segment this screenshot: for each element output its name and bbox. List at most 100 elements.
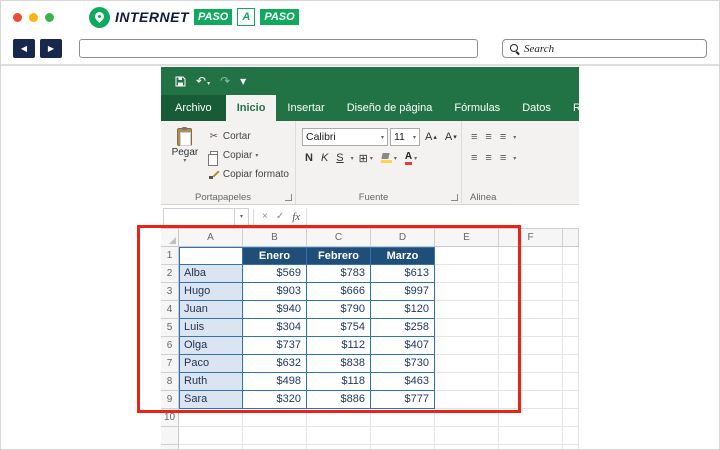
align-left-icon[interactable]: ≡ bbox=[468, 152, 480, 164]
formula-input[interactable] bbox=[306, 207, 579, 226]
cell-b9[interactable]: $320 bbox=[243, 391, 307, 409]
column-header-e[interactable]: E bbox=[435, 229, 499, 247]
cell-e11[interactable] bbox=[435, 427, 499, 445]
cell-b1[interactable]: Enero bbox=[243, 247, 307, 265]
cell-a11[interactable] bbox=[179, 427, 243, 445]
underline-button[interactable]: S bbox=[333, 150, 346, 167]
cell-f2[interactable] bbox=[499, 265, 563, 283]
redo-button[interactable]: ↷ bbox=[220, 75, 230, 87]
row-header-4[interactable]: 4 bbox=[161, 301, 179, 319]
cell-f4[interactable] bbox=[499, 301, 563, 319]
format-painter-button[interactable]: Copiar formato bbox=[208, 166, 289, 183]
clipboard-dialog-launcher[interactable] bbox=[285, 194, 292, 201]
row-header-9[interactable]: 9 bbox=[161, 391, 179, 409]
cell-c8[interactable]: $118 bbox=[307, 373, 371, 391]
tab-archivo[interactable]: Archivo bbox=[161, 95, 226, 121]
cell-a5[interactable]: Luis bbox=[179, 319, 243, 337]
column-header-b[interactable]: B bbox=[243, 229, 307, 247]
font-dialog-launcher[interactable] bbox=[451, 194, 458, 201]
cell-b7[interactable]: $632 bbox=[243, 355, 307, 373]
row-header-10[interactable]: 10 bbox=[161, 409, 179, 427]
tab-diseno-de-pagina[interactable]: Diseño de página bbox=[336, 95, 444, 121]
cell-f11[interactable] bbox=[499, 427, 563, 445]
name-box-caret-icon[interactable]: ▾ bbox=[235, 207, 249, 226]
cell-b2[interactable]: $569 bbox=[243, 265, 307, 283]
traffic-light-red-icon[interactable] bbox=[13, 12, 22, 22]
back-button[interactable]: ◀ bbox=[13, 39, 35, 58]
name-box[interactable] bbox=[163, 207, 235, 226]
cell-c11[interactable] bbox=[307, 427, 371, 445]
save-button[interactable] bbox=[175, 76, 186, 87]
select-all-corner[interactable] bbox=[161, 229, 179, 247]
cell-e10[interactable] bbox=[435, 409, 499, 427]
bold-button[interactable]: N bbox=[302, 150, 316, 167]
cell-f12[interactable] bbox=[499, 445, 563, 449]
tab-insertar[interactable]: Insertar bbox=[276, 95, 335, 121]
enter-button[interactable]: ✓ bbox=[272, 211, 288, 222]
cell-d1[interactable]: Marzo bbox=[371, 247, 435, 265]
cell-a7[interactable]: Paco bbox=[179, 355, 243, 373]
cell-b3[interactable]: $903 bbox=[243, 283, 307, 301]
forward-button[interactable]: ▶ bbox=[40, 39, 62, 58]
fill-color-button[interactable]: ▾ bbox=[378, 150, 400, 167]
cell-b11[interactable] bbox=[243, 427, 307, 445]
cell-c2[interactable]: $783 bbox=[307, 265, 371, 283]
increase-font-button[interactable]: A ▴ bbox=[422, 129, 440, 146]
cell-a10[interactable] bbox=[179, 409, 243, 427]
cancel-button[interactable]: × bbox=[258, 211, 272, 222]
undo-button[interactable]: ↶ ▾ bbox=[196, 75, 210, 87]
column-header-f[interactable]: F bbox=[499, 229, 563, 247]
cell-e2[interactable] bbox=[435, 265, 499, 283]
cell-e4[interactable] bbox=[435, 301, 499, 319]
cell-a4[interactable]: Juan bbox=[179, 301, 243, 319]
cell-e12[interactable] bbox=[435, 445, 499, 449]
cell-b5[interactable]: $304 bbox=[243, 319, 307, 337]
cell-f3[interactable] bbox=[499, 283, 563, 301]
cell-a1[interactable] bbox=[179, 247, 243, 265]
tab-inicio[interactable]: Inicio bbox=[225, 95, 277, 121]
cell-e5[interactable] bbox=[435, 319, 499, 337]
borders-button[interactable]: ⊞ ▾ bbox=[356, 150, 376, 167]
cell-d10[interactable] bbox=[371, 409, 435, 427]
align-middle-icon[interactable]: ≡ bbox=[482, 131, 494, 143]
cell-d7[interactable]: $730 bbox=[371, 355, 435, 373]
copy-button[interactable]: Copiar ▾ bbox=[207, 147, 289, 166]
decrease-font-button[interactable]: A ▾ bbox=[442, 129, 460, 146]
cell-c6[interactable]: $112 bbox=[307, 337, 371, 355]
cell-d3[interactable]: $997 bbox=[371, 283, 435, 301]
align-bottom-icon[interactable]: ≡ bbox=[497, 131, 509, 143]
cell-a12[interactable] bbox=[179, 445, 243, 449]
cell-a8[interactable]: Ruth bbox=[179, 373, 243, 391]
cell-c3[interactable]: $666 bbox=[307, 283, 371, 301]
cell-f9[interactable] bbox=[499, 391, 563, 409]
cell-c9[interactable]: $886 bbox=[307, 391, 371, 409]
cell-c10[interactable] bbox=[307, 409, 371, 427]
cell-f1[interactable] bbox=[499, 247, 563, 265]
column-header-d[interactable]: D bbox=[371, 229, 435, 247]
cell-d4[interactable]: $120 bbox=[371, 301, 435, 319]
row-header-2[interactable]: 2 bbox=[161, 265, 179, 283]
row-header-8[interactable]: 8 bbox=[161, 373, 179, 391]
align-top-icon[interactable]: ≡ bbox=[468, 131, 480, 143]
cell-a9[interactable]: Sara bbox=[179, 391, 243, 409]
traffic-light-green-icon[interactable] bbox=[45, 12, 54, 22]
italic-button[interactable]: K bbox=[318, 150, 331, 167]
cell-e8[interactable] bbox=[435, 373, 499, 391]
cell-b4[interactable]: $940 bbox=[243, 301, 307, 319]
cell-b8[interactable]: $498 bbox=[243, 373, 307, 391]
tab-revisar[interactable]: Revisar bbox=[562, 95, 621, 121]
cell-b12[interactable] bbox=[243, 445, 307, 449]
cell-d11[interactable] bbox=[371, 427, 435, 445]
row-header-11[interactable] bbox=[161, 427, 179, 445]
font-color-button[interactable]: A ▾ bbox=[402, 150, 420, 167]
row-header-1[interactable]: 1 bbox=[161, 247, 179, 265]
column-header-a[interactable]: A bbox=[179, 229, 243, 247]
cell-d2[interactable]: $613 bbox=[371, 265, 435, 283]
cell-e3[interactable] bbox=[435, 283, 499, 301]
cell-b6[interactable]: $737 bbox=[243, 337, 307, 355]
cut-button[interactable]: ✂ Cortar bbox=[208, 128, 289, 145]
search-input[interactable] bbox=[524, 42, 699, 55]
paste-button[interactable]: Pegar ▾ bbox=[167, 126, 203, 190]
cell-f7[interactable] bbox=[499, 355, 563, 373]
traffic-light-yellow-icon[interactable] bbox=[29, 12, 38, 22]
